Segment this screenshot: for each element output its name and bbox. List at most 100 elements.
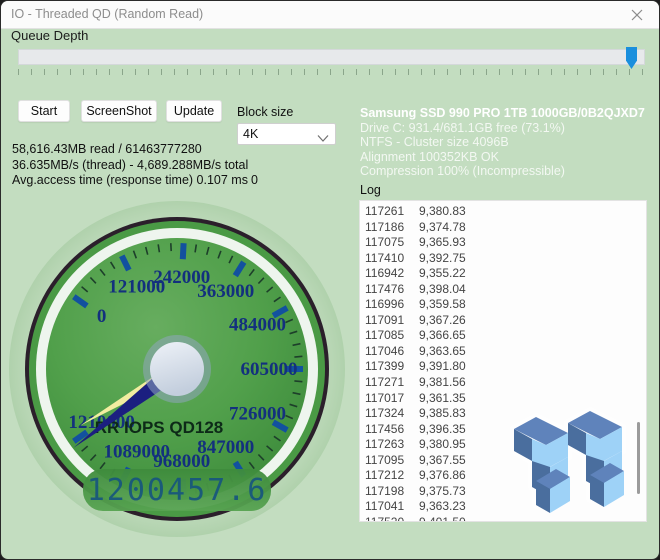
title-bar: IO - Threaded QD (Random Read)	[1, 1, 659, 29]
log-iops: 117091	[365, 312, 405, 327]
log-row: 117198 9,375.73	[365, 484, 476, 500]
drive-capacity: Drive C: 931.4/681.1GB free (73.1%)	[360, 120, 565, 135]
log-mbs: 9,363.65	[419, 343, 466, 358]
log-mbs: 9,366.65	[419, 328, 466, 343]
close-icon	[631, 9, 643, 20]
block-size-label: Block size	[237, 105, 294, 119]
log-iops: 117041	[365, 499, 405, 514]
log-row: 117212 9,376.86	[365, 468, 476, 484]
tweaktown-tt-logo	[506, 403, 638, 535]
close-button[interactable]	[615, 1, 659, 28]
gauge-tick-label: 0	[97, 306, 107, 327]
block-size-select[interactable]: 4K	[237, 123, 336, 145]
log-mbs: 9,385.83	[419, 406, 466, 421]
window-title: IO - Threaded QD (Random Read)	[11, 7, 204, 21]
stat-read-total: 58,616.43MB read / 61463777280	[12, 142, 202, 156]
gauge-tick-label: 484000	[229, 314, 286, 335]
log-iops: 117410	[365, 250, 405, 265]
log-mbs: 9,363.23	[419, 499, 466, 514]
log-iops: 117456	[365, 421, 405, 436]
log-mbs: 9,391.80	[419, 359, 466, 374]
log-mbs: 9,398.04	[419, 281, 466, 296]
iops-gauge: 0 121000 242000 363000 484000 605000 726000 847…	[7, 197, 347, 543]
block-size-value: 4K	[243, 127, 259, 141]
stat-counter: 0	[251, 173, 258, 187]
gauge-readout: 1200457.6	[87, 473, 268, 508]
gauge-tick-label: 605000	[241, 359, 298, 380]
log-row: 117324 9,385.83	[365, 406, 476, 422]
log-row: 117041 9,363.23	[365, 499, 476, 515]
app-window: IO - Threaded QD (Random Read) Queue Dep…	[0, 0, 660, 560]
log-iops: 117476	[365, 281, 405, 296]
log-mbs: 9,396.35	[419, 421, 466, 436]
queue-depth-slider[interactable]	[18, 47, 645, 77]
log-row: 117271 9,381.56	[365, 375, 476, 391]
start-button[interactable]: Start	[18, 100, 70, 122]
update-button[interactable]: Update	[166, 100, 222, 122]
log-iops: 116942	[365, 266, 405, 281]
slider-thumb[interactable]	[626, 47, 637, 69]
log-iops: 117263	[365, 437, 405, 452]
drive-compression: Compression 100% (Incompressible)	[360, 164, 565, 178]
slider-track[interactable]	[18, 49, 645, 65]
log-row: 117456 9,396.35	[365, 422, 476, 438]
log-mbs: 9,361.35	[419, 390, 466, 405]
log-row: 116996 9,359.58	[365, 297, 476, 313]
drive-model: Samsung SSD 990 PRO 1TB 1000GB/0B2QJXD7	[360, 106, 645, 120]
log-mbs: 9,365.93	[419, 235, 466, 250]
log-mbs: 9,359.58	[419, 297, 466, 312]
log-row: 117261 9,380.83	[365, 204, 476, 220]
log-iops: 117198	[365, 483, 405, 498]
log-mbs: 9,374.78	[419, 219, 466, 234]
log-row: 117046 9,363.65	[365, 344, 476, 360]
log-row: 117091 9,367.26	[365, 313, 476, 329]
stat-throughput: 36.635MB/s (thread) - 4,689.288MB/s tota…	[12, 157, 249, 172]
log-row: 117410 9,392.75	[365, 251, 476, 267]
log-iops: 117085	[365, 328, 405, 343]
log-row: 117075 9,365.93	[365, 235, 476, 251]
drive-alignment: Alignment 100352KB OK	[360, 149, 499, 164]
log-iops: 117520	[365, 514, 405, 522]
slider-ticks	[18, 69, 645, 75]
stat-access-time: Avg.access time (response time) 0.107 ms	[12, 173, 248, 187]
log-iops: 117095	[365, 452, 405, 467]
chevron-down-icon	[317, 130, 329, 148]
log-row: 117476 9,398.04	[365, 282, 476, 298]
log-iops: 116996	[365, 297, 405, 312]
log-mbs: 9,376.86	[419, 468, 466, 483]
log-row: 117520 9,401.50	[365, 514, 476, 522]
log-mbs: 9,375.73	[419, 483, 466, 498]
log-iops: 117324	[365, 406, 405, 421]
log-mbs: 9,381.56	[419, 375, 466, 390]
log-iops: 117017	[365, 390, 405, 405]
log-mbs: 9,401.50	[419, 514, 466, 522]
log-row: 116942 9,355.22	[365, 266, 476, 282]
gauge-tick-label: 726000	[229, 404, 286, 425]
log-iops: 117261	[365, 204, 405, 218]
drive-info: Samsung SSD 990 PRO 1TB 1000GB/0B2QJXD7 …	[360, 106, 655, 179]
log-mbs: 9,380.83	[419, 204, 466, 218]
log-mbs: 9,367.55	[419, 452, 466, 467]
log-label: Log	[360, 183, 381, 197]
log-row: 117186 9,374.78	[365, 220, 476, 236]
gauge-hub	[150, 342, 204, 396]
log-row: 117263 9,380.95	[365, 437, 476, 453]
log-iops: 117186	[365, 219, 405, 234]
screenshot-button[interactable]: ScreenShot	[81, 100, 157, 122]
log-row: 117085 9,366.65	[365, 328, 476, 344]
log-iops: 117271	[365, 375, 405, 390]
log-iops: 117046	[365, 343, 405, 358]
log-iops: 117075	[365, 235, 405, 250]
gauge-tick-label: 1089000	[103, 442, 170, 463]
drive-filesystem: NTFS - Cluster size 4096B	[360, 135, 509, 149]
queue-depth-label: Queue Depth	[11, 28, 89, 43]
log-row: 117017 9,361.35	[365, 391, 476, 407]
log-mbs: 9,367.26	[419, 312, 466, 327]
log-row-list: 117261 9,380.83 117186 9,374.78 117075 9,365.…	[365, 204, 476, 522]
log-mbs: 9,355.22	[419, 266, 466, 281]
log-mbs: 9,392.75	[419, 250, 466, 265]
gauge-tick-label: 363000	[197, 281, 254, 302]
log-iops: 117399	[365, 359, 405, 374]
log-row: 117399 9,391.80	[365, 359, 476, 375]
log-iops: 117212	[365, 468, 405, 483]
